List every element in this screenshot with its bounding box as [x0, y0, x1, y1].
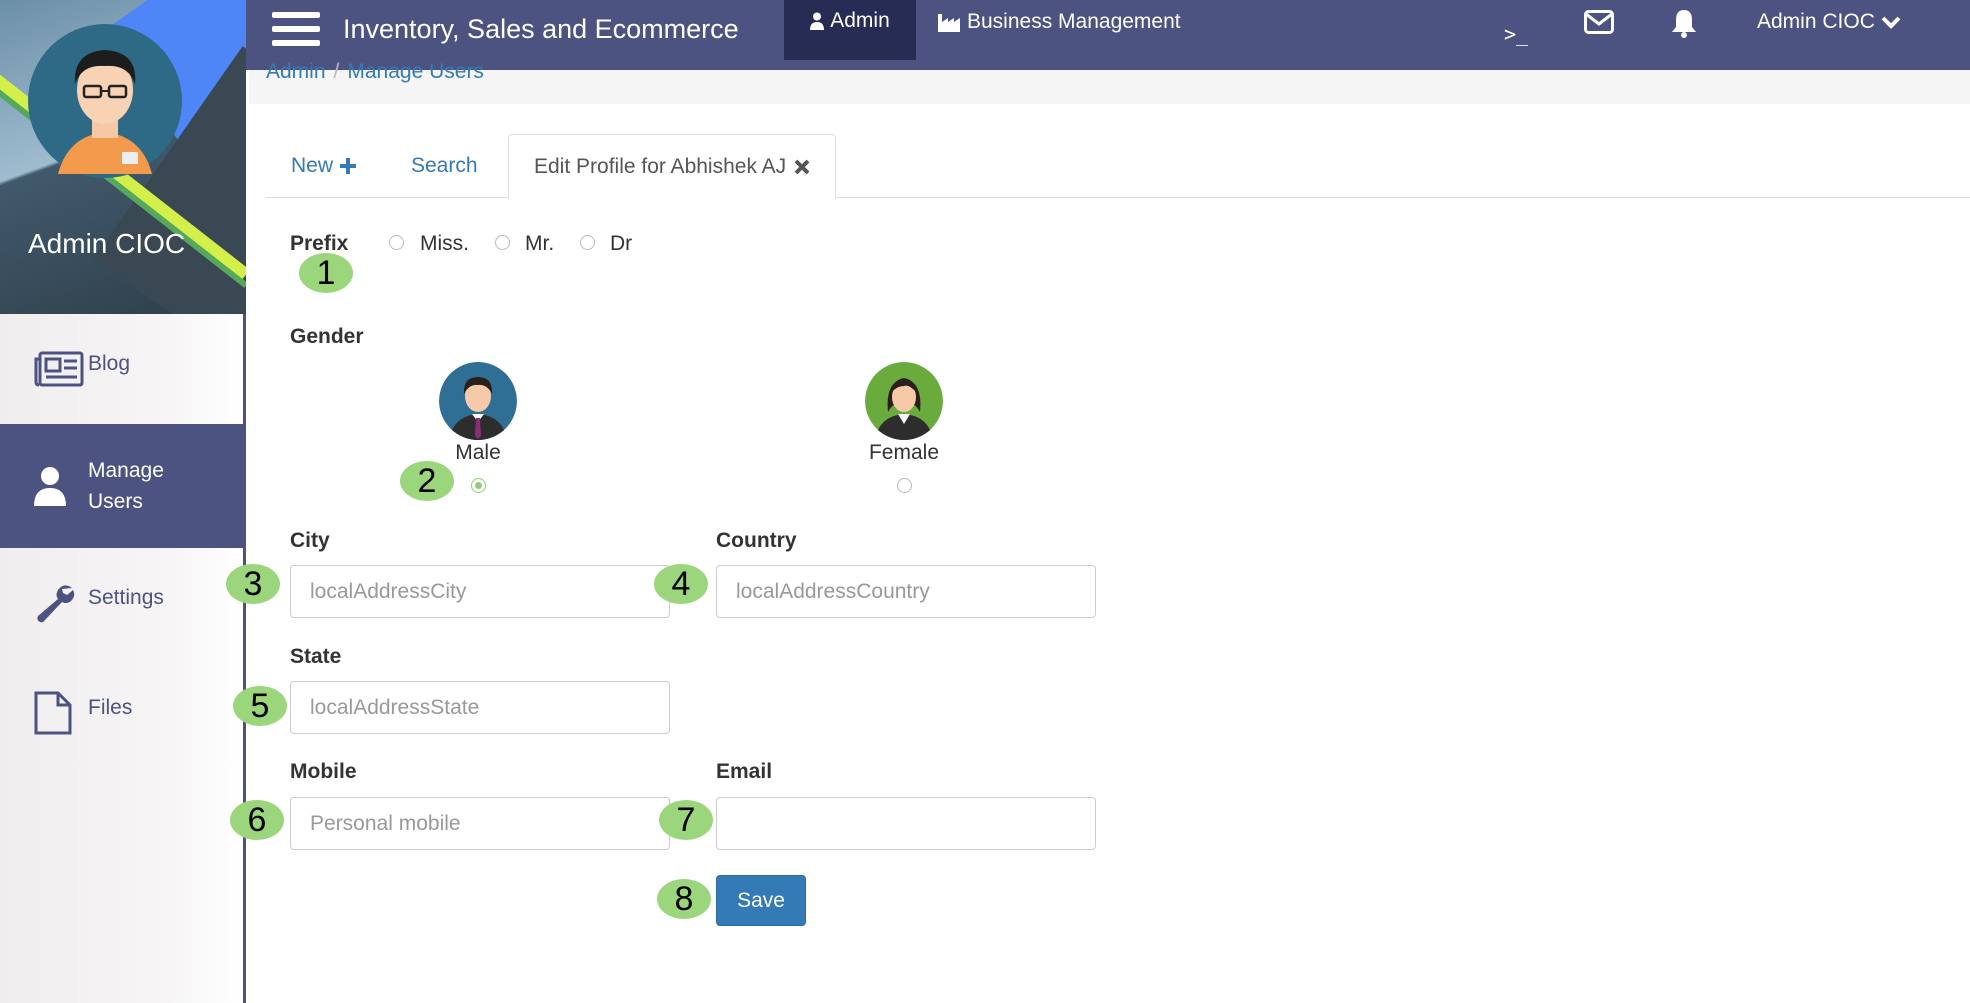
user-icon	[34, 464, 86, 508]
annotation-badge-1: 1	[299, 253, 353, 293]
annotation-badge-8: 8	[657, 879, 711, 919]
gender-label: Gender	[290, 325, 364, 348]
female-avatar[interactable]	[865, 362, 943, 440]
tab-edit-label: Edit Profile for Abhishek AJ	[534, 154, 787, 178]
sidebar: Admin CIOC Blog Manage Users Settings Fi…	[0, 0, 246, 1003]
file-icon	[34, 691, 86, 735]
prefix-option-dr: Dr	[610, 232, 633, 255]
bell-icon[interactable]	[1670, 8, 1698, 43]
user-menu-label: Admin CIOC	[1757, 10, 1875, 33]
prefix-option-miss: Miss.	[420, 232, 469, 255]
prefix-radio-mr[interactable]	[495, 235, 510, 250]
sidebar-item-files[interactable]: Files	[0, 658, 246, 768]
annotation-badge-4: 4	[654, 564, 708, 604]
email-label: Email	[716, 760, 773, 783]
breadcrumb: Admin / Manage Users	[266, 60, 484, 83]
annotation-badge-2: 2	[400, 461, 454, 501]
prefix-radio-miss[interactable]	[389, 235, 404, 250]
prefix-radio-dr[interactable]	[580, 235, 595, 250]
plus-icon	[340, 158, 357, 174]
email-input[interactable]	[716, 797, 1096, 850]
breadcrumb-manage-users[interactable]: Manage Users	[347, 60, 484, 83]
gender-radio-male[interactable]	[471, 478, 486, 493]
annotation-badge-7: 7	[659, 800, 713, 840]
tab-search[interactable]: Search	[386, 134, 503, 198]
annotation-badge-5: 5	[233, 686, 287, 726]
tab-bar: New Search Edit Profile for Abhishek AJ	[266, 134, 1970, 199]
newspaper-icon	[34, 347, 86, 391]
envelope-icon[interactable]	[1584, 10, 1614, 39]
nav-business-label: Business Management	[967, 10, 1181, 33]
gender-female-label: Female	[868, 441, 940, 464]
sidebar-item-label: Blog	[88, 351, 131, 375]
profile-card: Admin CIOC	[0, 0, 246, 314]
state-label: State	[290, 645, 342, 668]
nav-item-business-management[interactable]: Business Management	[938, 10, 1181, 34]
sidebar-item-manage-users[interactable]: Manage Users	[0, 424, 246, 548]
sidebar-item-label: Manage Users	[88, 459, 164, 513]
sidebar-item-label: Files	[88, 695, 133, 719]
annotation-badge-6: 6	[230, 800, 284, 840]
top-navbar: Inventory, Sales and Ecommerce Admin Bus…	[246, 0, 1970, 70]
prefix-label: Prefix	[290, 232, 349, 255]
user-menu[interactable]: Admin CIOC	[1757, 10, 1901, 34]
save-button[interactable]: Save	[716, 875, 806, 926]
tab-new[interactable]: New	[266, 134, 382, 198]
tab-search-label: Search	[411, 154, 478, 177]
wrench-icon	[34, 581, 86, 625]
prefix-option-mr: Mr.	[525, 232, 555, 255]
user-icon	[810, 12, 825, 30]
chevron-down-icon	[1881, 16, 1901, 29]
industry-icon	[938, 14, 960, 32]
breadcrumb-bar	[249, 70, 1970, 104]
country-label: Country	[716, 529, 797, 552]
sidebar-item-blog[interactable]: Blog	[0, 314, 246, 424]
state-input[interactable]	[290, 681, 670, 734]
sidebar-user-name: Admin CIOC	[28, 228, 186, 259]
terminal-icon[interactable]: >_	[1504, 22, 1528, 46]
mobile-label: Mobile	[290, 760, 357, 783]
sidebar-item-label: Settings	[88, 585, 164, 609]
mobile-input[interactable]	[290, 797, 670, 850]
breadcrumb-admin[interactable]: Admin	[266, 60, 326, 83]
hamburger-menu-icon[interactable]	[272, 12, 320, 52]
male-avatar[interactable]	[439, 362, 517, 440]
country-input[interactable]	[716, 565, 1096, 618]
nav-admin-label: Admin	[830, 9, 890, 32]
tab-new-label: New	[291, 154, 334, 177]
nav-item-admin[interactable]: Admin	[784, 0, 916, 60]
app-title[interactable]: Inventory, Sales and Ecommerce	[343, 14, 739, 45]
close-icon[interactable]	[794, 159, 810, 175]
city-label: City	[290, 529, 330, 552]
sidebar-nav: Blog Manage Users Settings Files	[0, 314, 246, 768]
gender-radio-female[interactable]	[897, 478, 912, 493]
avatar[interactable]	[28, 24, 183, 179]
city-input[interactable]	[290, 565, 670, 618]
annotation-badge-3: 3	[226, 564, 280, 604]
tab-edit-profile[interactable]: Edit Profile for Abhishek AJ	[508, 134, 837, 199]
sidebar-item-settings[interactable]: Settings	[0, 548, 246, 658]
